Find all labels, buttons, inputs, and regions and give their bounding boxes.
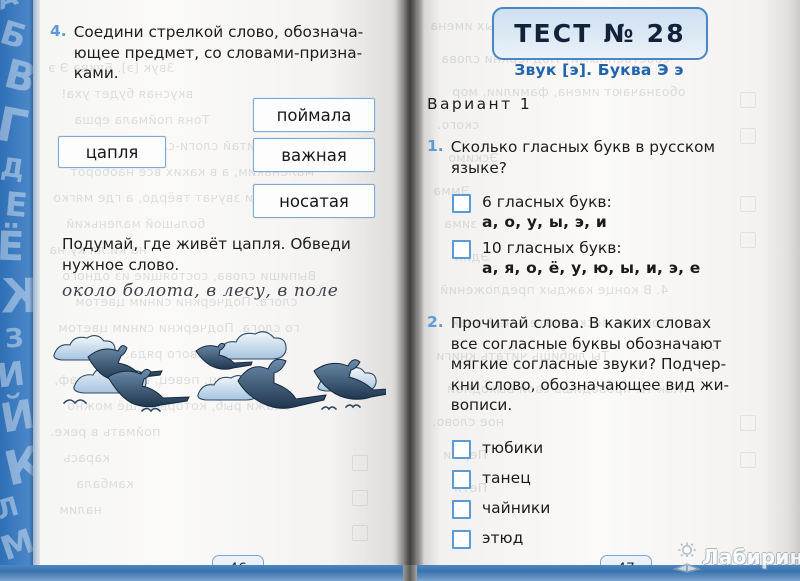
- edge-band-letter: И: [0, 353, 27, 396]
- word-box-attribute-3[interactable]: носатая: [253, 184, 375, 218]
- question-line: Сколько гласных букв в русском: [450, 138, 716, 156]
- question-1-text: Сколько гласных букв в русском языке?: [451, 137, 715, 178]
- option-label: тюбики: [482, 439, 544, 457]
- checkbox-icon[interactable]: [452, 240, 471, 259]
- checkbox-icon[interactable]: [452, 440, 471, 459]
- option-label: 6 гласных букв:: [482, 193, 612, 211]
- question-line: вописи.: [450, 396, 513, 414]
- task-text: Соедини стрелкой слово, обознача- ющее п…: [74, 22, 364, 84]
- question-line: все согласные буквы обозначают: [450, 334, 722, 353]
- option-text: этюд: [482, 528, 523, 548]
- option-text: чайники: [482, 498, 550, 518]
- task-line: ющее предмет, со словами-призна-: [73, 43, 363, 62]
- checkbox-icon[interactable]: [452, 530, 471, 549]
- question-1: 1. Сколько гласных букв в русском языке?: [427, 137, 797, 178]
- task-line: Соедини стрелкой слово, обознача-: [73, 23, 364, 41]
- test-title-badge: ТЕСТ № 28: [492, 7, 708, 60]
- question-2-text: Прочитай слова. В каких словах все согла…: [451, 313, 729, 416]
- edge-band-letter: Ё: [0, 223, 26, 271]
- task-4: 4. Соедини стрелкой слово, обознача- юще…: [50, 22, 400, 84]
- word-box-attribute-1[interactable]: поймала: [253, 98, 375, 132]
- question-2-option-1[interactable]: тюбики: [452, 438, 543, 459]
- edge-band-strip: [33, 0, 40, 581]
- question-2-option-3[interactable]: чайники: [452, 498, 550, 519]
- question-2: 2. Прочитай слова. В каких словах все со…: [427, 313, 799, 416]
- question-line: Прочитай слова. В каких словах: [450, 314, 712, 332]
- right-page: ТЕСТ № 28 Звук [э]. Буква Э э Вариант 1 …: [424, 0, 800, 565]
- variant-label: Вариант 1: [427, 95, 533, 113]
- task-line: ками.: [73, 64, 119, 82]
- checkbox-icon[interactable]: [452, 194, 471, 213]
- bottom-gutter-seam: [403, 565, 417, 581]
- question-1-option-1[interactable]: 6 гласных букв: а, о, у, ы, э, и: [452, 192, 612, 232]
- prompt-line: Подумай, где живёт цапля. Обведи: [62, 235, 351, 253]
- question-2-number: 2.: [427, 313, 444, 331]
- option-text: тюбики: [482, 438, 543, 458]
- checkbox-icon[interactable]: [452, 470, 471, 489]
- option-label: танец: [482, 469, 531, 487]
- edge-band-letter: Л: [0, 491, 23, 527]
- prompt-line: нужное слово.: [62, 255, 180, 274]
- question-2-option-2[interactable]: танец: [452, 468, 531, 489]
- test-subtitle: Звук [э]. Буква Э э: [514, 61, 684, 79]
- edge-band-letter: З: [3, 323, 25, 355]
- word-box-subject[interactable]: цапля: [58, 136, 166, 168]
- edge-band-letter: Й: [0, 391, 33, 443]
- option-text: 10 гласных букв: а, я, о, ё, у, ю, ы, и,…: [482, 238, 700, 278]
- edge-band-letter: Е: [3, 184, 30, 225]
- question-2-option-4[interactable]: этюд: [452, 528, 523, 549]
- task-number: 4.: [50, 22, 67, 40]
- option-label: 10 гласных букв:: [482, 239, 622, 257]
- book-spread-screenshot: АБВГДЕЁЖЗИЙКЛМН Звук [э]. Буква Э эвкусн…: [0, 0, 800, 581]
- question-line: кни слово, обозначающее вид жи-: [450, 375, 730, 394]
- cranes-in-clouds-illustration: [46, 325, 402, 425]
- bottom-blue-bar: [0, 565, 800, 581]
- edge-band-letter: Д: [0, 152, 27, 186]
- question-1-option-2[interactable]: 10 гласных букв: а, я, о, ё, у, ю, ы, и,…: [452, 238, 700, 278]
- edge-band-letter: Ж: [0, 268, 33, 325]
- decorative-edge-band: АБВГДЕЁЖЗИЙКЛМН: [0, 0, 33, 581]
- handwritten-answer[interactable]: около болота, в лесу, в поле: [62, 281, 338, 301]
- option-letters: а, о, у, ы, э, и: [482, 213, 607, 231]
- left-page: 4. Соедини стрелкой слово, обознача- юще…: [40, 0, 400, 565]
- edge-band-letter: Г: [0, 96, 32, 157]
- edge-band-letter: В: [0, 50, 33, 104]
- option-letters: а, я, о, ё, у, ю, ы, и, э, е: [482, 259, 701, 277]
- question-line: языке?: [450, 158, 507, 177]
- edge-band-letter: К: [0, 435, 33, 498]
- question-line: мягкие согласные звуки? Подчер-: [450, 355, 727, 373]
- edge-band-letter: М: [0, 520, 33, 569]
- option-text: танец: [482, 468, 531, 488]
- option-label: этюд: [482, 529, 524, 547]
- word-box-attribute-2[interactable]: важная: [253, 138, 375, 172]
- option-text: 6 гласных букв: а, о, у, ы, э, и: [482, 192, 612, 232]
- edge-band-letter: Б: [0, 12, 32, 57]
- checkbox-icon[interactable]: [452, 500, 471, 519]
- prompt-text: Подумай, где живёт цапля. Обведи нужное …: [62, 234, 402, 275]
- option-label: чайники: [482, 499, 551, 517]
- question-1-number: 1.: [427, 137, 444, 155]
